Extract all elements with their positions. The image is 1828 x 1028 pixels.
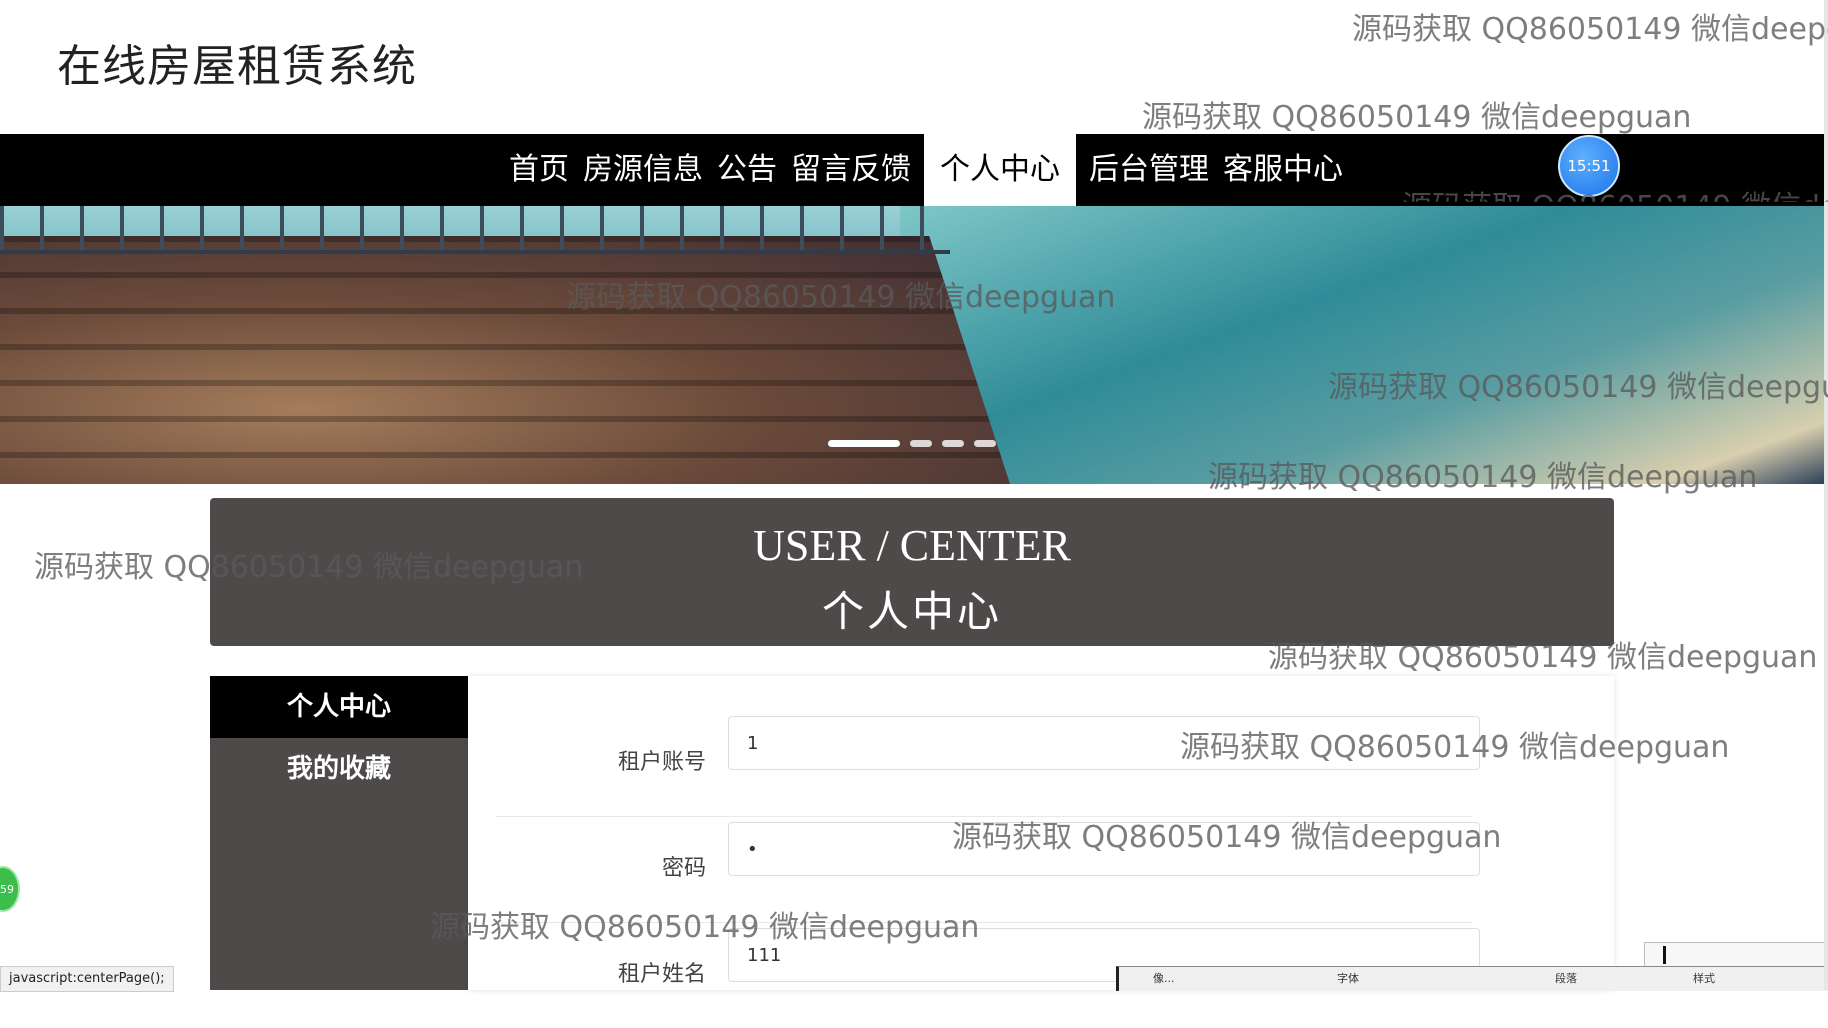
watermark: 源码获取 QQ86050149 微信deepguan bbox=[1142, 100, 1692, 135]
side-item-user-center[interactable]: 个人中心 bbox=[210, 676, 468, 738]
ribbon-label[interactable]: 字体 bbox=[1337, 970, 1359, 986]
nav-home[interactable]: 首页 bbox=[502, 134, 576, 206]
side-item-favorites[interactable]: 我的收藏 bbox=[210, 738, 468, 800]
main-nav: 首页 房源信息 公告 留言反馈 个人中心 后台管理 客服中心 bbox=[0, 134, 1824, 206]
carousel-dot-4[interactable] bbox=[974, 440, 996, 447]
account-field[interactable]: 1 bbox=[728, 716, 1480, 770]
user-center-title-en: USER / CENTER bbox=[753, 521, 1071, 570]
carousel-dot-3[interactable] bbox=[942, 440, 964, 447]
banner-sea bbox=[900, 206, 1824, 484]
nav-feedback[interactable]: 留言反馈 bbox=[784, 134, 918, 206]
ribbon-caret-icon bbox=[1663, 946, 1666, 964]
nav-user-center[interactable]: 个人中心 bbox=[924, 134, 1076, 206]
nav-customer-service[interactable]: 客服中心 bbox=[1216, 134, 1350, 206]
watermark: 源码获取 QQ86050149 微信deepg bbox=[1352, 12, 1828, 47]
password-field[interactable]: • bbox=[728, 822, 1480, 876]
account-label: 租户账号 bbox=[617, 750, 706, 775]
nav-admin[interactable]: 后台管理 bbox=[1082, 134, 1216, 206]
form-row-account: 租户账号 1 bbox=[496, 716, 1480, 817]
clock-time: 15:51 bbox=[1567, 157, 1611, 175]
profile-form: 租户账号 1 密码 • 租户姓名 111 bbox=[468, 676, 1614, 990]
carousel-dot-1[interactable] bbox=[828, 440, 900, 447]
site-title: 在线房屋租赁系统 bbox=[57, 41, 417, 92]
nav-announcements[interactable]: 公告 bbox=[710, 134, 784, 206]
ribbon-label[interactable]: 像... bbox=[1153, 970, 1175, 986]
form-row-password: 密码 • bbox=[496, 822, 1480, 923]
ribbon-label[interactable]: 样式 bbox=[1693, 970, 1715, 986]
user-center-title-cn: 个人中心 bbox=[821, 587, 1002, 636]
page-scrollbar[interactable] bbox=[1824, 0, 1828, 990]
user-center-header: USER / CENTER 个人中心 bbox=[210, 498, 1614, 646]
clock-bubble-icon[interactable]: 15:51 bbox=[1558, 135, 1620, 197]
nav-listings[interactable]: 房源信息 bbox=[576, 134, 710, 206]
carousel-dot-2[interactable] bbox=[910, 440, 932, 447]
text-cursor-icon: I bbox=[888, 618, 894, 639]
banner-railing bbox=[0, 206, 950, 254]
word-ribbon: 像... 字体 段落 样式 bbox=[1116, 966, 1828, 991]
floating-bubble-text: 59 bbox=[0, 882, 14, 896]
ribbon-label[interactable]: 段落 bbox=[1555, 970, 1577, 986]
status-bar: javascript:centerPage(); bbox=[0, 966, 174, 992]
carousel-indicators bbox=[828, 440, 996, 447]
name-label: 租户姓名 bbox=[617, 962, 706, 987]
password-label: 密码 bbox=[661, 856, 706, 881]
side-menu: 个人中心 我的收藏 bbox=[210, 676, 468, 990]
floating-bubble-icon[interactable]: 59 bbox=[0, 866, 20, 912]
